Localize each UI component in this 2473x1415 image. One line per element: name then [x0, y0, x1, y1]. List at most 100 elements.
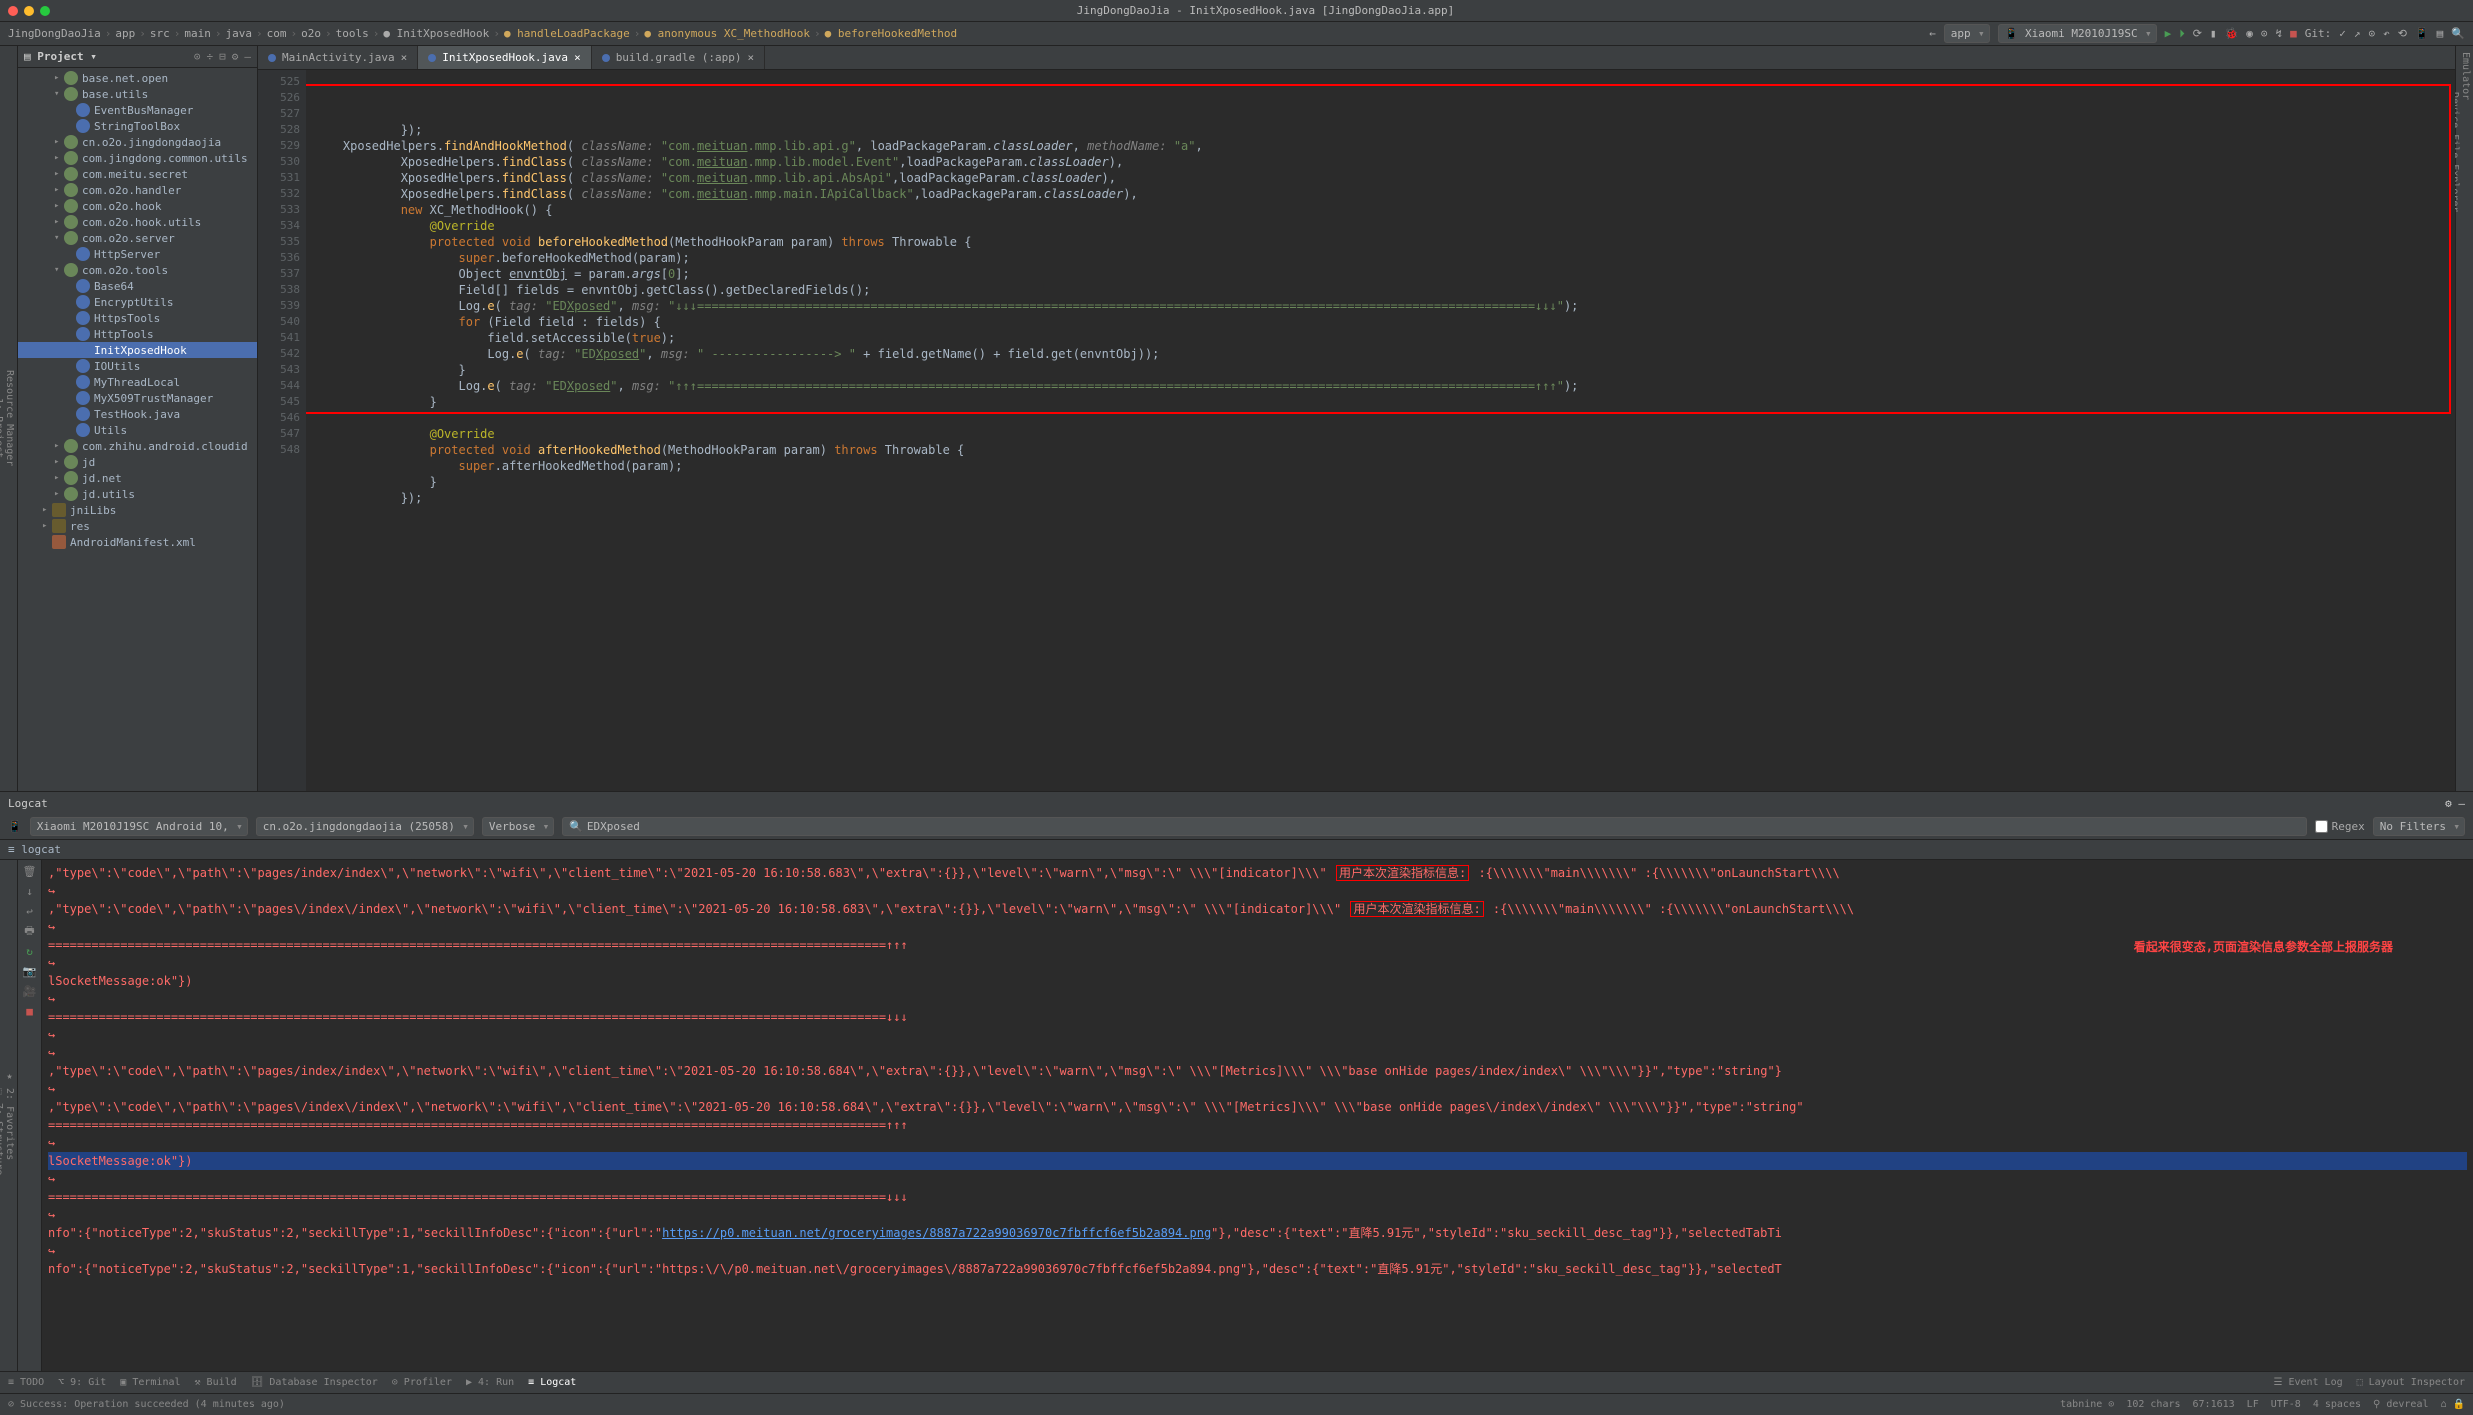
code-line[interactable]: } — [314, 362, 2447, 378]
tree-item[interactable]: ▸com.meitu.secret — [18, 166, 257, 182]
tree-item[interactable]: ▾base.utils — [18, 86, 257, 102]
logcat-hide-icon[interactable]: — — [2458, 797, 2465, 810]
breadcrumb[interactable]: JingDongDaoJia›app›src›main›java›com›o2o… — [8, 27, 1925, 40]
line-number[interactable]: 525 — [258, 74, 300, 90]
breadcrumb-item[interactable]: tools — [336, 27, 369, 40]
tree-item[interactable]: EventBusManager — [18, 102, 257, 118]
logcat-filter-dropdown[interactable]: No Filters — [2373, 817, 2465, 836]
line-number[interactable]: 528 — [258, 122, 300, 138]
coverage-icon[interactable]: ◉ — [2246, 27, 2253, 40]
device-dropdown[interactable]: 📱 Xiaomi M2010J19SC — [1998, 24, 2157, 43]
logcat-process-dropdown[interactable]: cn.o2o.jingdongdaojia (25058) — [256, 817, 474, 836]
tree-arrow-icon[interactable]: ▸ — [54, 473, 64, 483]
breadcrumb-method1[interactable]: ● handleLoadPackage — [504, 27, 630, 40]
breadcrumb-item[interactable]: java — [225, 27, 252, 40]
editor-tab[interactable]: build.gradle (:app)× — [592, 46, 765, 69]
line-number[interactable]: 548 — [258, 442, 300, 458]
code-line[interactable]: XposedHelpers.findClass( className: "com… — [314, 170, 2447, 186]
scroll-end-icon[interactable]: ↓ — [23, 884, 37, 898]
git-history-icon[interactable]: ⊙ — [2369, 27, 2376, 40]
sdk-icon[interactable]: ▤ — [2437, 27, 2444, 40]
favorites-tab[interactable]: ★ 2: Favorites — [4, 866, 15, 1365]
footer-tab[interactable]: ≡ Logcat — [528, 1377, 576, 1388]
log-line[interactable]: lSocketMessage:ok"}) — [48, 1152, 2467, 1170]
attach-icon[interactable]: ↯ — [2276, 27, 2283, 40]
tree-arrow-icon[interactable]: ▸ — [54, 169, 64, 179]
resource-manager-tab[interactable]: Resource Manager — [4, 52, 15, 785]
tree-item[interactable]: StringToolBox — [18, 118, 257, 134]
footer-tab[interactable]: 🗄 Database Inspector — [251, 1377, 378, 1388]
tree-item[interactable]: ▸com.o2o.handler — [18, 182, 257, 198]
logcat-level-dropdown[interactable]: Verbose — [482, 817, 554, 836]
tree-item[interactable]: HttpsTools — [18, 310, 257, 326]
code-line[interactable]: Log.e( tag: "EDXposed", msg: "↓↓↓=======… — [314, 298, 2447, 314]
logcat-search-field[interactable]: 🔍 — [562, 817, 2306, 836]
code-line[interactable]: Field[] fields = envntObj.getClass().get… — [314, 282, 2447, 298]
run-icon[interactable]: ▶ — [2165, 27, 2172, 40]
log-line[interactable]: ↪ — [48, 918, 2467, 936]
log-line[interactable]: nfo":{"noticeType":2,"skuStatus":2,"seck… — [48, 1224, 2467, 1242]
breadcrumb-item[interactable]: main — [184, 27, 211, 40]
hide-icon[interactable]: — — [244, 50, 251, 63]
code-line[interactable]: }); — [314, 122, 2447, 138]
tree-item[interactable]: InitXposedHook — [18, 342, 257, 358]
log-line[interactable]: ↪ — [48, 1080, 2467, 1098]
tree-arrow-icon[interactable]: ▸ — [54, 137, 64, 147]
screen-record-icon[interactable]: 🎥 — [23, 984, 37, 998]
logcat-device-dropdown[interactable]: Xiaomi M2010J19SC Android 10, — [30, 817, 248, 836]
tree-arrow-icon[interactable]: ▾ — [54, 233, 64, 243]
footer-tab-right[interactable]: ⬚ Layout Inspector — [2357, 1377, 2465, 1388]
tree-item[interactable]: ▸jd — [18, 454, 257, 470]
log-line[interactable]: ↪ — [48, 1242, 2467, 1260]
tree-arrow-icon[interactable]: ▾ — [54, 265, 64, 275]
git-push-icon[interactable]: ↗ — [2354, 27, 2361, 40]
line-number[interactable]: 530 — [258, 154, 300, 170]
status-item[interactable]: 67:1613 — [2193, 1399, 2235, 1410]
breadcrumb-class[interactable]: ● InitXposedHook — [383, 27, 489, 40]
logcat-tab[interactable]: ≡ logcat — [8, 843, 61, 856]
left-toolwindow-bar[interactable]: Resource Manager 1: Project — [0, 46, 18, 791]
code-line[interactable]: } — [314, 474, 2447, 490]
line-number[interactable]: 542 — [258, 346, 300, 362]
screenshot-icon[interactable]: 📷 — [23, 964, 37, 978]
collapse-all-icon[interactable]: ⊟ — [219, 50, 226, 63]
close-icon[interactable] — [8, 6, 18, 16]
line-number[interactable]: 545 — [258, 394, 300, 410]
logcat-search-input[interactable] — [587, 820, 2300, 833]
bottom-toolwindow-bar[interactable]: ≡ TODO⌥ 9: Git▣ Terminal⚒ Build🗄 Databas… — [0, 1371, 2473, 1393]
tree-item[interactable]: ▸cn.o2o.jingdongdaojia — [18, 134, 257, 150]
footer-tab[interactable]: ⌥ 9: Git — [58, 1377, 106, 1388]
line-number[interactable]: 532 — [258, 186, 300, 202]
code-line[interactable] — [314, 410, 2447, 426]
tree-item[interactable]: ▸base.net.open — [18, 70, 257, 86]
breadcrumb-item[interactable]: src — [150, 27, 170, 40]
tree-item[interactable]: HttpTools — [18, 326, 257, 342]
log-line[interactable]: ↪ — [48, 1206, 2467, 1224]
code-line[interactable]: new XC_MethodHook() { — [314, 202, 2447, 218]
tree-item[interactable]: ▸jd.utils — [18, 486, 257, 502]
log-line[interactable]: ↪ — [48, 1026, 2467, 1044]
footer-tab[interactable]: ▶ 4: Run — [466, 1377, 514, 1388]
status-item[interactable]: UTF-8 — [2271, 1399, 2301, 1410]
log-line[interactable]: ========================================… — [48, 1008, 2467, 1026]
footer-tab-right[interactable]: ☰ Event Log — [2273, 1377, 2342, 1388]
log-line[interactable]: ========================================… — [48, 936, 2467, 954]
tree-item[interactable]: Base64 — [18, 278, 257, 294]
status-item[interactable]: LF — [2247, 1399, 2259, 1410]
line-number[interactable]: 537 — [258, 266, 300, 282]
tree-item[interactable]: IOUtils — [18, 358, 257, 374]
line-number[interactable]: 538 — [258, 282, 300, 298]
tree-item[interactable]: HttpServer — [18, 246, 257, 262]
tree-item[interactable]: ▸res — [18, 518, 257, 534]
editor-tabs[interactable]: MainActivity.java×InitXposedHook.java×bu… — [258, 46, 2455, 70]
tree-item[interactable]: ▸com.o2o.hook.utils — [18, 214, 257, 230]
breadcrumb-item[interactable]: o2o — [301, 27, 321, 40]
terminate-icon[interactable]: ■ — [23, 1004, 37, 1018]
tree-arrow-icon[interactable]: ▸ — [54, 153, 64, 163]
footer-tab[interactable]: ≡ TODO — [8, 1377, 44, 1388]
code-line[interactable]: for (Field field : fields) { — [314, 314, 2447, 330]
code-line[interactable]: @Override — [314, 426, 2447, 442]
log-line[interactable]: ,"type\":\"code\",\"path\":\"pages/index… — [48, 864, 2467, 882]
line-number[interactable]: 546 — [258, 410, 300, 426]
log-line[interactable]: lSocketMessage:ok"}) — [48, 972, 2467, 990]
